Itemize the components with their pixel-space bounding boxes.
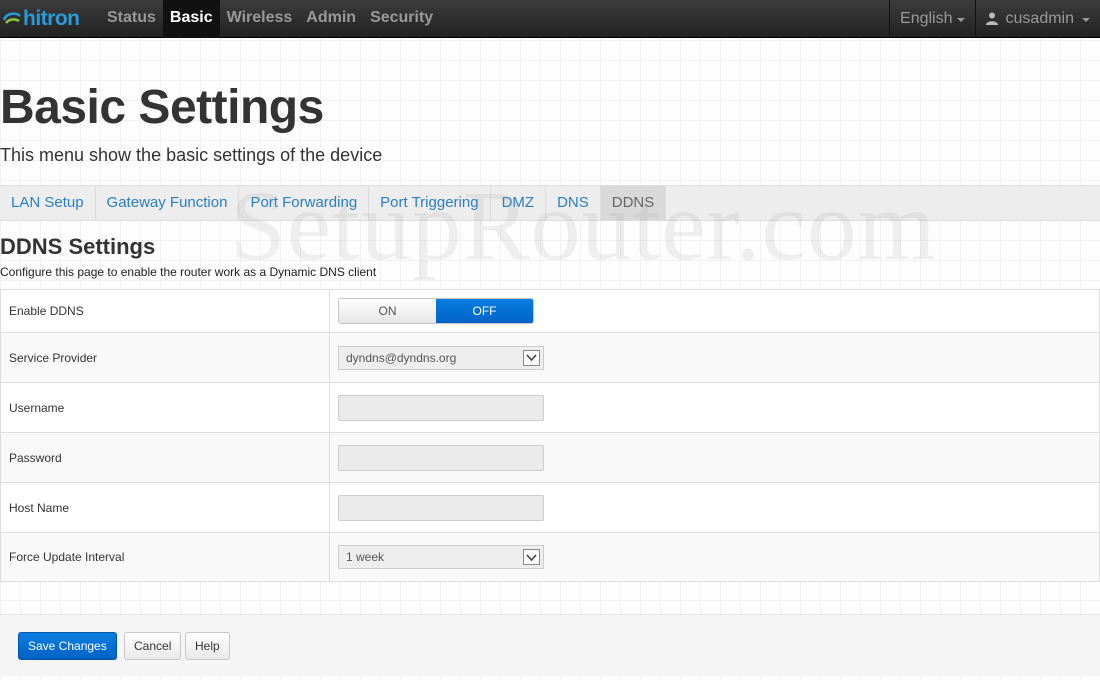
service-provider-select[interactable]: dyndns@dyndns.org xyxy=(338,345,544,370)
tab-ddns[interactable]: DDNS xyxy=(600,186,667,220)
nav-wireless[interactable]: Wireless xyxy=(220,0,300,38)
chevron-down-icon xyxy=(523,349,540,366)
force-update-interval-select[interactable]: 1 week xyxy=(338,545,544,569)
enable-ddns-value: ON OFF xyxy=(330,290,1099,332)
tab-dmz[interactable]: DMZ xyxy=(491,186,547,220)
chevron-down-icon xyxy=(1082,17,1090,22)
page-title: Basic Settings xyxy=(0,81,324,134)
ddns-settings-table: Enable DDNS ON OFF Service Provider dynd… xyxy=(0,289,1100,582)
ddns-off-option[interactable]: OFF xyxy=(436,299,533,323)
user-icon xyxy=(985,12,998,25)
service-provider-selected: dyndns@dyndns.org xyxy=(346,350,457,365)
user-name: cusadmin xyxy=(1005,9,1074,27)
password-label: Password xyxy=(1,433,330,482)
section-description: Configure this page to enable the router… xyxy=(0,265,377,279)
enable-ddns-toggle[interactable]: ON OFF xyxy=(338,298,534,324)
row-service-provider: Service Provider dyndns@dyndns.org xyxy=(1,332,1099,382)
nav-security[interactable]: Security xyxy=(363,0,440,38)
nav-status[interactable]: Status xyxy=(100,0,163,38)
hitron-logo[interactable]: hitron xyxy=(0,0,100,38)
force-update-interval-selected: 1 week xyxy=(346,550,385,564)
cancel-button[interactable]: Cancel xyxy=(124,632,182,660)
force-update-interval-value: 1 week xyxy=(330,533,1099,581)
host-name-value xyxy=(330,483,1099,532)
help-button[interactable]: Help xyxy=(185,632,230,660)
user-dropdown[interactable]: cusadmin xyxy=(974,0,1100,38)
service-provider-label: Service Provider xyxy=(1,333,330,382)
service-provider-value: dyndns@dyndns.org xyxy=(330,333,1099,382)
basic-tabs: LAN Setup Gateway Function Port Forwardi… xyxy=(0,185,1100,221)
force-update-interval-label: Force Update Interval xyxy=(1,533,330,581)
username-label: Username xyxy=(1,383,330,432)
chevron-down-icon xyxy=(956,17,965,22)
tab-port-triggering[interactable]: Port Triggering xyxy=(369,186,491,220)
host-name-label: Host Name xyxy=(1,483,330,532)
tab-gateway-function[interactable]: Gateway Function xyxy=(96,186,240,220)
row-force-update-interval: Force Update Interval 1 week xyxy=(1,532,1099,581)
row-password: Password xyxy=(1,432,1099,482)
host-name-input[interactable] xyxy=(338,494,544,521)
main-nav: Status Basic Wireless Admin Security xyxy=(100,0,440,38)
password-value xyxy=(330,433,1099,482)
tab-dns[interactable]: DNS xyxy=(546,186,601,220)
ddns-on-option[interactable]: ON xyxy=(339,299,436,323)
row-enable-ddns: Enable DDNS ON OFF xyxy=(1,290,1099,332)
username-value xyxy=(330,383,1099,432)
action-bar: Save Changes Cancel Help xyxy=(0,614,1100,676)
tab-port-forwarding[interactable]: Port Forwarding xyxy=(239,186,370,220)
nav-right: English cusadmin xyxy=(889,0,1100,38)
tab-lan-setup[interactable]: LAN Setup xyxy=(0,186,96,220)
save-changes-button[interactable]: Save Changes xyxy=(18,632,117,660)
nav-admin[interactable]: Admin xyxy=(299,0,363,38)
password-input[interactable] xyxy=(338,444,544,471)
brand-name: hitron xyxy=(23,6,80,30)
language-label: English xyxy=(900,9,953,27)
page-subtitle: This menu show the basic settings of the… xyxy=(0,145,383,165)
enable-ddns-label: Enable DDNS xyxy=(1,290,330,332)
top-navbar: hitron Status Basic Wireless Admin Secur… xyxy=(0,0,1100,38)
section-title: DDNS Settings xyxy=(0,234,156,259)
chevron-down-icon xyxy=(523,549,540,565)
nav-basic[interactable]: Basic xyxy=(162,0,220,38)
logo-swirl-icon xyxy=(2,11,21,24)
row-username: Username xyxy=(1,382,1099,432)
username-input[interactable] xyxy=(338,394,544,421)
language-dropdown[interactable]: English xyxy=(889,0,974,38)
row-host-name: Host Name xyxy=(1,482,1099,532)
